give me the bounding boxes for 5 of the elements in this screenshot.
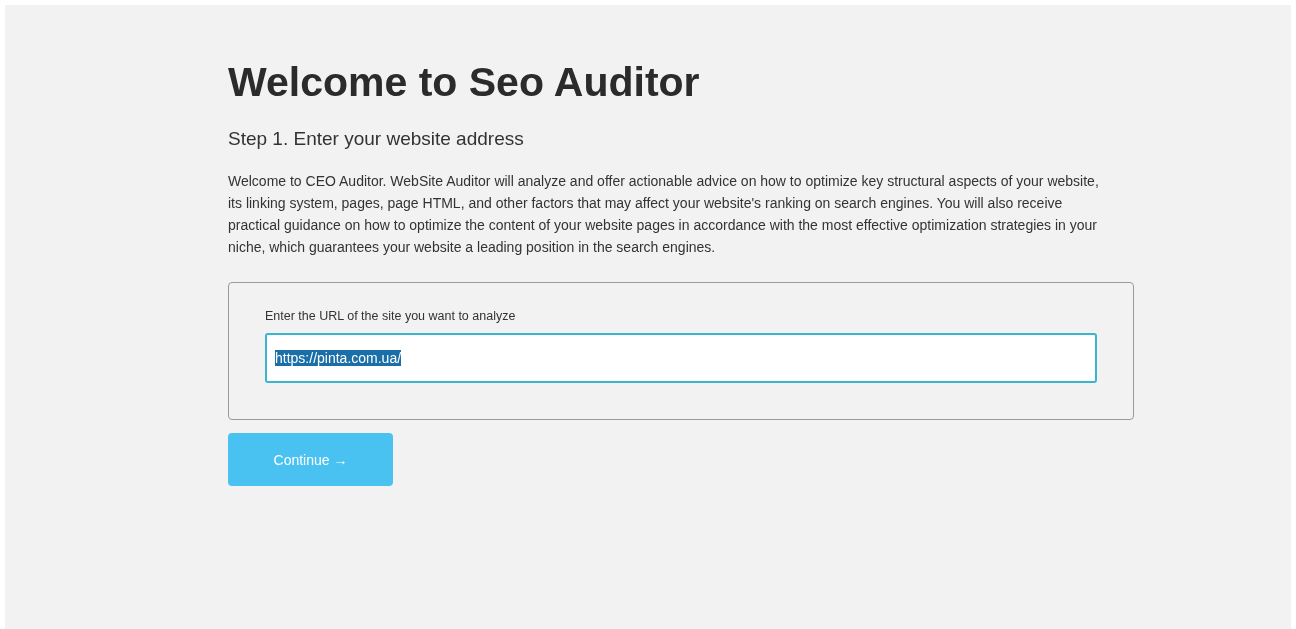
page-title: Welcome to Seo Auditor bbox=[228, 58, 701, 107]
step-heading: Step 1. Enter your website address bbox=[228, 128, 525, 150]
field-label: Enter the URL of the site you want to analyze bbox=[265, 309, 517, 323]
url-field[interactable]: https://pinta.com.ua/ bbox=[265, 333, 1097, 383]
description: Welcome to CEO Auditor. WebSite Auditor will analyze and offer actionable advice on how to optimize key structural aspects of your website, its linking system, pages, page HTML, and other factors that may affect your website's ranking on search engines. You will also receive practical guidance on how to optimize the content of your website pages in accordance with the most effective optimization strategies in your niche, which guarantees your website a leading position in the search engines. bbox=[228, 172, 1100, 257]
